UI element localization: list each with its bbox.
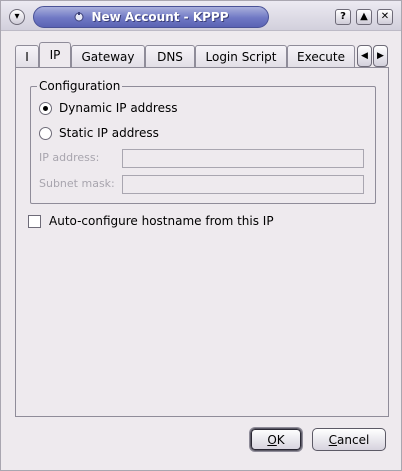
tab-panel-ip: Configuration Dynamic IP address Static … <box>15 67 389 417</box>
chevron-down-icon: ▾ <box>14 11 20 22</box>
static-ip-radio-row[interactable]: Static IP address <box>39 126 159 140</box>
kppp-icon <box>74 12 84 22</box>
ip-address-field[interactable] <box>122 149 364 168</box>
tab-partial[interactable]: I <box>15 45 39 67</box>
tab-dns[interactable]: DNS <box>145 45 195 67</box>
triangle-right-icon: ▶ <box>377 51 384 61</box>
dynamic-ip-radio-row[interactable]: Dynamic IP address <box>39 101 177 115</box>
configuration-group-title: Configuration <box>37 79 123 93</box>
static-ip-label: Static IP address <box>59 126 159 140</box>
dynamic-ip-label: Dynamic IP address <box>59 101 178 115</box>
window-title: New Account - KPPP <box>91 10 229 24</box>
auto-configure-hostname-checkbox[interactable] <box>28 214 41 228</box>
subnet-mask-field[interactable] <box>122 175 364 194</box>
window-title-pill: New Account - KPPP <box>33 6 269 28</box>
tab-gateway[interactable]: Gateway <box>71 45 145 67</box>
dynamic-ip-radio[interactable] <box>39 101 52 115</box>
maximize-button[interactable]: ▲ <box>356 9 372 25</box>
tab-login-script[interactable]: Login Script <box>195 45 287 67</box>
close-icon: ✕ <box>380 11 390 22</box>
cancel-button[interactable]: Cancel <box>312 428 386 451</box>
tab-scroll-right-button[interactable]: ▶ <box>373 45 388 67</box>
dialog-window: ▾ New Account - KPPP ? ▲ ✕ I IP Gateway … <box>0 0 402 471</box>
static-ip-radio[interactable] <box>39 126 52 140</box>
auto-configure-hostname-row[interactable]: Auto-configure hostname from this IP <box>28 214 274 228</box>
subnet-mask-label: Subnet mask: <box>39 177 115 190</box>
triangle-up-icon: ▲ <box>360 11 368 22</box>
tab-scroll-left-button[interactable]: ◀ <box>357 45 372 67</box>
tab-ip[interactable]: IP <box>39 42 71 67</box>
configuration-group: Configuration Dynamic IP address Static … <box>30 79 376 204</box>
question-icon: ? <box>340 11 346 22</box>
title-bar[interactable]: ▾ New Account - KPPP ? ▲ ✕ <box>1 1 401 31</box>
tab-execute[interactable]: Execute <box>287 45 355 67</box>
radio-selected-dot <box>43 105 48 111</box>
close-button[interactable]: ✕ <box>377 9 393 25</box>
triangle-left-icon: ◀ <box>361 51 368 61</box>
help-button[interactable]: ? <box>335 9 351 25</box>
ok-button[interactable]: OK <box>250 428 302 451</box>
auto-configure-hostname-label: Auto-configure hostname from this IP <box>49 214 274 228</box>
ip-address-label: IP address: <box>39 151 100 164</box>
window-menu-button[interactable]: ▾ <box>9 9 25 25</box>
